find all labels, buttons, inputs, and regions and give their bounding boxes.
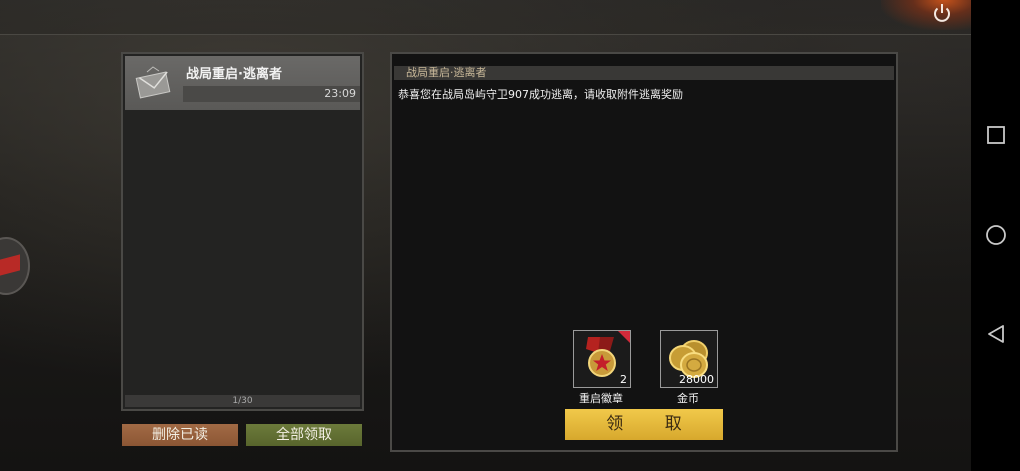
reward-name: 重启徽章 xyxy=(579,392,623,405)
mail-detail-header: 战局重启·逃离者 xyxy=(394,66,894,80)
envelope-icon xyxy=(135,66,171,99)
claim-all-button[interactable]: 全部领取 xyxy=(246,424,362,446)
page-indicator: 1/30 xyxy=(125,395,360,407)
power-icon[interactable] xyxy=(931,2,953,24)
reward-item-medal[interactable]: 2 xyxy=(573,330,631,388)
side-float-button[interactable] xyxy=(0,237,30,295)
recent-apps-icon[interactable] xyxy=(985,124,1007,146)
top-bar xyxy=(0,0,971,35)
mail-list-item[interactable]: 战局重启·逃离者 23:09 xyxy=(125,56,360,110)
red-item-icon xyxy=(0,254,20,276)
claim-button[interactable]: 领 取 xyxy=(565,409,723,440)
reward-count: 28000 xyxy=(679,373,714,386)
mail-detail-panel: 战局重启·逃离者 恭喜您在战局岛屿守卫907成功逃离，请收取附件逃离奖励 xyxy=(390,52,898,452)
home-icon[interactable] xyxy=(985,224,1007,246)
reward-count: 2 xyxy=(620,373,627,386)
mail-list-panel: 战局重启·逃离者 23:09 1/30 xyxy=(121,52,364,411)
mail-item-title: 战局重启·逃离者 xyxy=(186,67,282,82)
reward-name: 金币 xyxy=(677,392,699,405)
reward-item-coins[interactable]: 28000 xyxy=(660,330,718,388)
delete-read-button[interactable]: 删除已读 xyxy=(122,424,238,446)
mail-detail-title: 战局重启·逃离者 xyxy=(406,66,487,79)
back-icon[interactable] xyxy=(985,323,1007,345)
mail-item-time: 23:09 xyxy=(324,87,356,100)
new-tag xyxy=(618,331,630,343)
game-screen: 战局重启·逃离者 23:09 1/30 删除已读 全部领取 战局重启·逃离者 恭… xyxy=(0,0,971,471)
mail-detail-body: 恭喜您在战局岛屿守卫907成功逃离，请收取附件逃离奖励 xyxy=(398,88,683,101)
system-nav-bar xyxy=(971,0,1020,471)
mail-item-bar: 23:09 xyxy=(183,86,360,102)
power-area xyxy=(881,0,971,30)
